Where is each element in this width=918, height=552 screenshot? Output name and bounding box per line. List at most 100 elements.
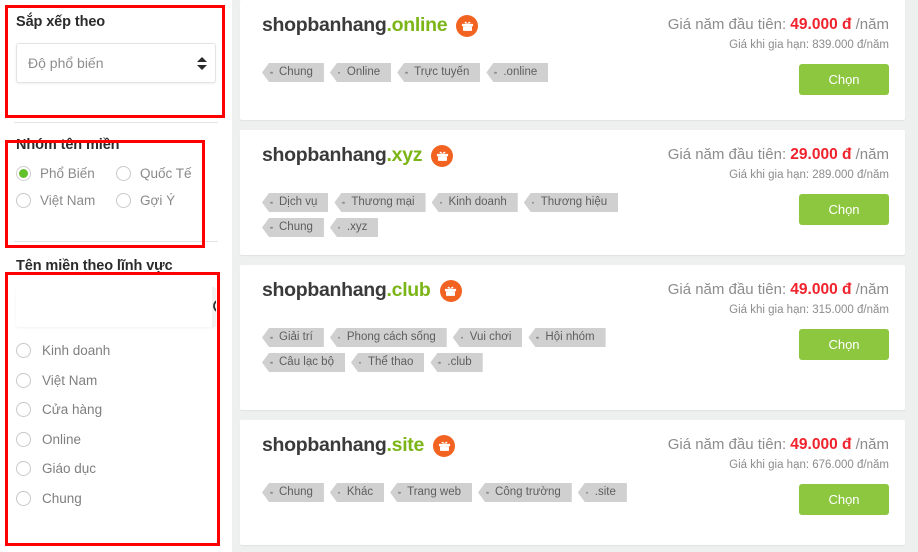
tag-item[interactable]: Chung xyxy=(262,63,324,82)
domain-result-card[interactable]: shopbanhang.site Chung Khác Trang web Cô… xyxy=(240,420,905,545)
tag-item[interactable]: Dịch vụ xyxy=(262,193,329,212)
radio-option-quoc-te[interactable]: Quốc Tế xyxy=(116,166,216,181)
radio-indicator xyxy=(16,372,31,388)
price-amount: 49.000 đ xyxy=(790,436,852,453)
radio-label: Gợi Ý xyxy=(140,193,176,208)
field-search-box[interactable] xyxy=(16,287,216,327)
domain-heading: shopbanhang.site xyxy=(262,434,637,457)
field-option-giao-duc[interactable]: Giáo dục xyxy=(16,461,216,476)
card-left: shopbanhang.club Giải trí Phong cách sốn… xyxy=(262,279,637,398)
radio-option-viet-nam[interactable]: Việt Nam xyxy=(16,193,116,208)
field-option-viet-nam[interactable]: Việt Nam xyxy=(16,372,216,388)
tag-item[interactable]: .site xyxy=(577,483,627,502)
radio-option-goi-y[interactable]: Gợi Ý xyxy=(116,193,216,208)
domain-name: shopbanhang.xyz xyxy=(262,144,423,166)
field-options-list: Kinh doanh Việt Nam Cửa hàng Online Giáo… xyxy=(16,343,216,506)
price-first-year: Giá năm đầu tiên: 29.000 đ /năm xyxy=(637,146,889,164)
choose-button[interactable]: Chọn xyxy=(799,329,889,360)
price-first-label: Giá năm đầu tiên: xyxy=(667,436,787,453)
search-input[interactable] xyxy=(16,287,212,327)
tag-list: Giải trí Phong cách sống Vui chơi Hội nh… xyxy=(262,328,637,372)
tag-item[interactable]: Chung xyxy=(262,218,324,237)
domain-name: shopbanhang.site xyxy=(262,434,425,456)
field-option-label: Cửa hàng xyxy=(42,402,103,417)
radio-label: Quốc Tế xyxy=(140,166,192,181)
domain-result-card[interactable]: shopbanhang.xyz Dịch vụ Thương mại Kinh … xyxy=(240,130,905,255)
price-renewal: Giá khi gia hạn: 289.000 đ/năm xyxy=(729,169,889,181)
domain-result-card[interactable]: shopbanhang.online Chung Online Trực tuy… xyxy=(240,0,905,120)
tag-item[interactable]: .club xyxy=(430,353,483,372)
field-option-label: Giáo dục xyxy=(42,461,97,476)
tag-item[interactable]: Khác xyxy=(329,483,385,502)
tag-item[interactable]: Công trường xyxy=(478,483,572,502)
field-option-label: Online xyxy=(42,431,82,447)
price-period: /năm xyxy=(855,436,889,453)
sort-panel-title: Sắp xếp theo xyxy=(16,14,106,30)
radio-indicator xyxy=(16,431,31,447)
price-period: /năm xyxy=(855,16,889,33)
price-renewal: Giá khi gia hạn: 315.000 đ/năm xyxy=(729,304,889,316)
tag-item[interactable]: Kinh doanh xyxy=(431,193,518,212)
tag-item[interactable]: Trang web xyxy=(390,483,473,502)
field-option-chung[interactable]: Chung xyxy=(16,490,216,506)
price-first-label: Giá năm đầu tiên: xyxy=(667,146,787,163)
sort-select-value: Độ phổ biến xyxy=(28,55,104,71)
tag-item[interactable]: Thương hiệu xyxy=(523,193,619,212)
choose-button[interactable]: Chọn xyxy=(799,194,889,225)
radio-indicator xyxy=(116,166,131,181)
tag-item[interactable]: Câu lạc bộ xyxy=(262,353,345,372)
tag-item[interactable]: .xyz xyxy=(329,218,379,237)
tag-item[interactable]: Giải trí xyxy=(262,328,324,347)
tag-item[interactable]: Trực tuyến xyxy=(397,63,481,82)
domain-heading: shopbanhang.club xyxy=(262,279,637,302)
choose-button[interactable]: Chọn xyxy=(799,64,889,95)
tag-item[interactable]: .online xyxy=(486,63,549,82)
tag-item[interactable]: Chung xyxy=(262,483,324,502)
card-right: Giá năm đầu tiên: 49.000 đ /năm Giá khi … xyxy=(637,434,889,533)
sort-panel: Sắp xếp theo Độ phổ biến xyxy=(0,0,232,122)
radio-label: Việt Nam xyxy=(40,193,96,208)
domain-group-panel: Nhóm tên miền Phổ Biến Quốc Tế Việt Nam … xyxy=(0,123,232,241)
tag-list: Chung Khác Trang web Công trường .site xyxy=(262,483,637,502)
price-amount: 49.000 đ xyxy=(790,281,852,298)
price-amount: 49.000 đ xyxy=(790,16,852,33)
filters-sidebar: Sắp xếp theo Độ phổ biến Nhóm tên miền P… xyxy=(0,0,232,552)
card-left: shopbanhang.xyz Dịch vụ Thương mại Kinh … xyxy=(262,144,637,243)
domain-heading: shopbanhang.online xyxy=(262,14,637,37)
card-right: Giá năm đầu tiên: 49.000 đ /năm Giá khi … xyxy=(637,14,889,108)
sort-select[interactable]: Độ phổ biến xyxy=(16,43,216,83)
radio-indicator xyxy=(16,402,31,417)
tag-item[interactable]: Thể thao xyxy=(350,353,425,372)
tag-list: Chung Online Trực tuyến .online xyxy=(262,63,637,82)
domain-result-card[interactable]: shopbanhang.club Giải trí Phong cách sốn… xyxy=(240,265,905,410)
radio-indicator xyxy=(16,193,31,208)
tag-item[interactable]: Hội nhóm xyxy=(528,328,606,347)
tag-item[interactable]: Thương mại xyxy=(334,193,426,212)
field-option-online[interactable]: Online xyxy=(16,431,216,447)
domain-name: shopbanhang.online xyxy=(262,14,448,36)
field-option-label: Kinh doanh xyxy=(42,343,111,358)
search-icon[interactable] xyxy=(212,287,216,327)
price-first-year: Giá năm đầu tiên: 49.000 đ /năm xyxy=(637,281,889,299)
tag-item[interactable]: Vui chơi xyxy=(452,328,523,347)
price-renewal: Giá khi gia hạn: 676.000 đ/năm xyxy=(729,459,889,471)
domain-heading: shopbanhang.xyz xyxy=(262,144,637,167)
tag-item[interactable]: Phong cách sống xyxy=(329,328,447,347)
field-option-kinh-doanh[interactable]: Kinh doanh xyxy=(16,343,216,358)
gift-icon xyxy=(456,14,479,37)
field-option-cua-hang[interactable]: Cửa hàng xyxy=(16,402,216,417)
field-filter-panel: Tên miền theo lĩnh vực Kinh doanh Việt N… xyxy=(0,242,232,530)
gift-icon xyxy=(433,434,456,457)
tag-item[interactable]: Online xyxy=(329,63,392,82)
domain-group-options: Phổ Biến Quốc Tế Việt Nam Gợi Ý xyxy=(16,166,216,220)
radio-indicator xyxy=(116,193,131,208)
choose-button[interactable]: Chọn xyxy=(799,484,889,515)
gift-icon xyxy=(439,279,462,302)
card-right: Giá năm đầu tiên: 49.000 đ /năm Giá khi … xyxy=(637,279,889,398)
spinner-updown-icon[interactable] xyxy=(189,56,215,70)
radio-label: Phổ Biến xyxy=(40,166,95,181)
radio-option-pho-bien[interactable]: Phổ Biến xyxy=(16,166,116,181)
price-first-label: Giá năm đầu tiên: xyxy=(667,281,787,298)
card-right: Giá năm đầu tiên: 29.000 đ /năm Giá khi … xyxy=(637,144,889,243)
price-first-year: Giá năm đầu tiên: 49.000 đ /năm xyxy=(637,16,889,34)
